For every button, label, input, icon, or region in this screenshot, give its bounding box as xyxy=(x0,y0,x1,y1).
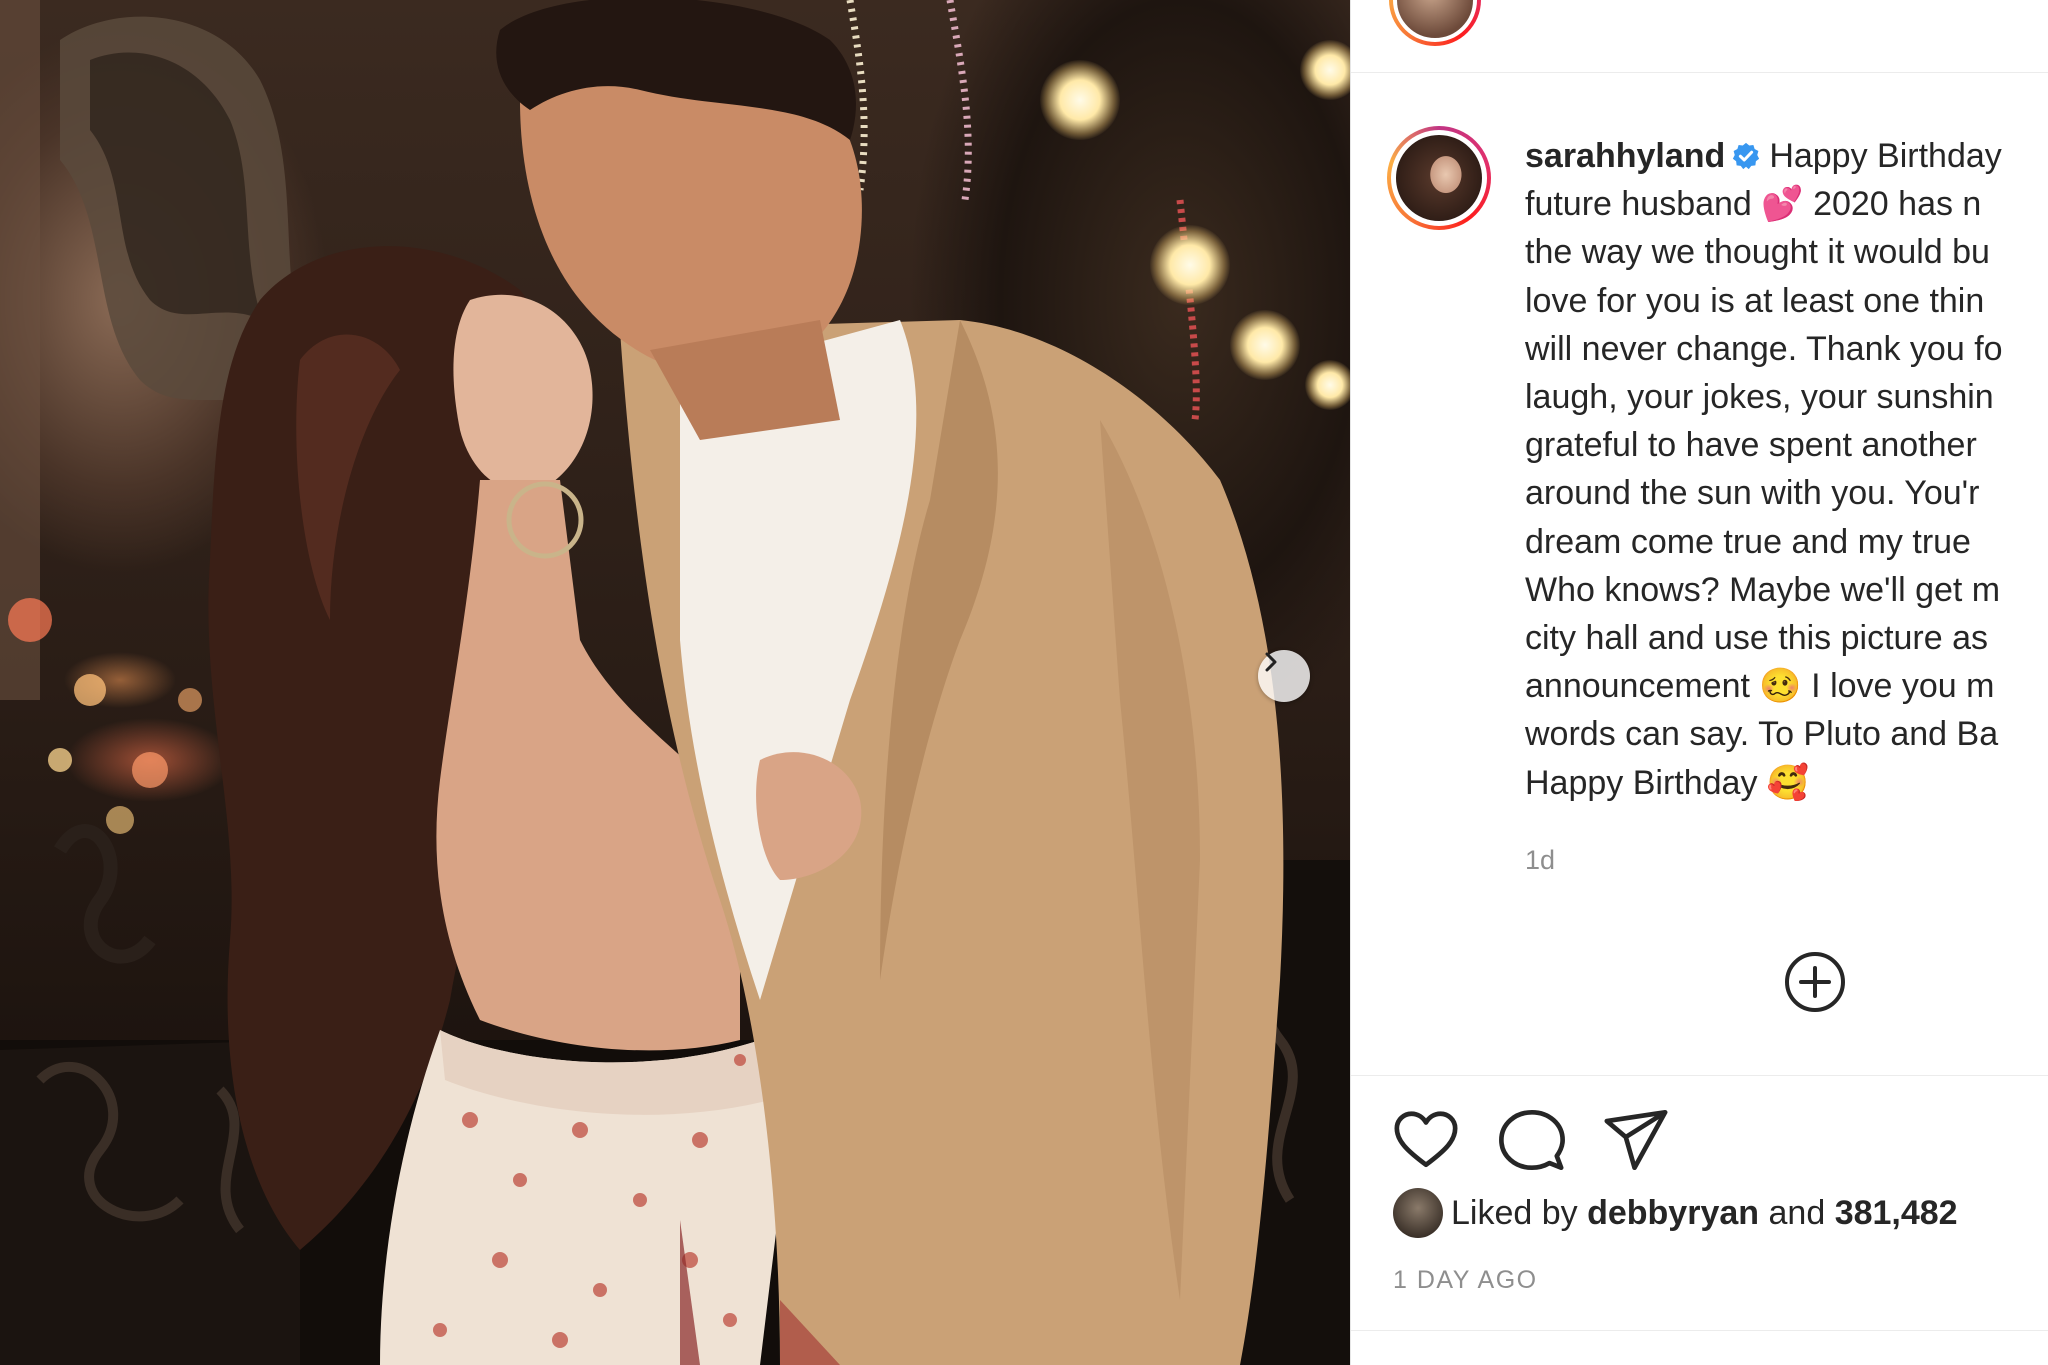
caption-time-ago[interactable]: 1d xyxy=(1525,845,1555,876)
post-caption: sarahhyland Happy Birthday future husband… xyxy=(1525,132,2048,807)
post-timestamp[interactable]: 1 DAY AGO xyxy=(1393,1266,1538,1295)
photo-scene xyxy=(0,0,1350,1365)
paper-plane-icon[interactable] xyxy=(1601,1105,1671,1175)
caption-line: around the sun with you. You'r xyxy=(1525,474,1980,513)
caption-line: will never change. Thank you fo xyxy=(1525,329,2003,368)
string-light xyxy=(1230,310,1300,380)
caption-line: words can say. To Pluto and Ba xyxy=(1525,715,1999,754)
string-light xyxy=(1040,60,1120,140)
chevron-right-icon xyxy=(1265,652,1277,672)
caption-line: future husband 💕 2020 has n xyxy=(1525,185,1982,224)
liker-avatar[interactable] xyxy=(1393,1188,1443,1238)
header-avatar[interactable] xyxy=(1389,0,1481,46)
caption-line: announcement 🥴 I love you m xyxy=(1525,667,1995,706)
caption-line: Happy Birthday xyxy=(1769,137,2002,175)
author-username[interactable]: sarahhyland xyxy=(1525,137,1725,175)
caption-line: laugh, your jokes, your sunshin xyxy=(1525,378,1994,417)
post-photo[interactable] xyxy=(0,0,1350,1365)
likes-joiner: and xyxy=(1768,1193,1826,1232)
comment-bubble-icon[interactable] xyxy=(1497,1105,1567,1175)
caption-line: Who knows? Maybe we'll get m xyxy=(1525,570,2001,609)
verified-badge-icon xyxy=(1733,142,1760,170)
caption-line: dream come true and my true xyxy=(1525,522,1971,561)
plus-circle-icon[interactable] xyxy=(1783,950,1847,1014)
liker-username[interactable]: debbyryan xyxy=(1587,1194,1759,1233)
string-light xyxy=(1305,360,1350,410)
caption-line: the way we thought it would bu xyxy=(1525,233,1990,272)
caption-line: grateful to have spent another xyxy=(1525,426,1977,465)
likes-count[interactable]: 381,482 xyxy=(1835,1194,1958,1233)
divider xyxy=(1351,1075,2048,1076)
likes-summary: Liked by debbyryan and 381,482 xyxy=(1393,1188,1958,1238)
divider xyxy=(1351,1330,2048,1331)
caption-line: city hall and use this picture as xyxy=(1525,619,1989,658)
string-light xyxy=(1150,225,1230,305)
caption-line: Happy Birthday 🥰 xyxy=(1525,763,1810,802)
heart-icon[interactable] xyxy=(1391,1105,1461,1175)
author-avatar[interactable] xyxy=(1387,126,1491,230)
next-photo-button[interactable] xyxy=(1258,650,1310,702)
likes-prefix: Liked by xyxy=(1451,1193,1578,1232)
post-sidebar: sarahhyland Happy Birthday future husband… xyxy=(1350,0,2048,1365)
post-header xyxy=(1351,0,2048,73)
caption-line: love for you is at least one thin xyxy=(1525,281,1985,320)
